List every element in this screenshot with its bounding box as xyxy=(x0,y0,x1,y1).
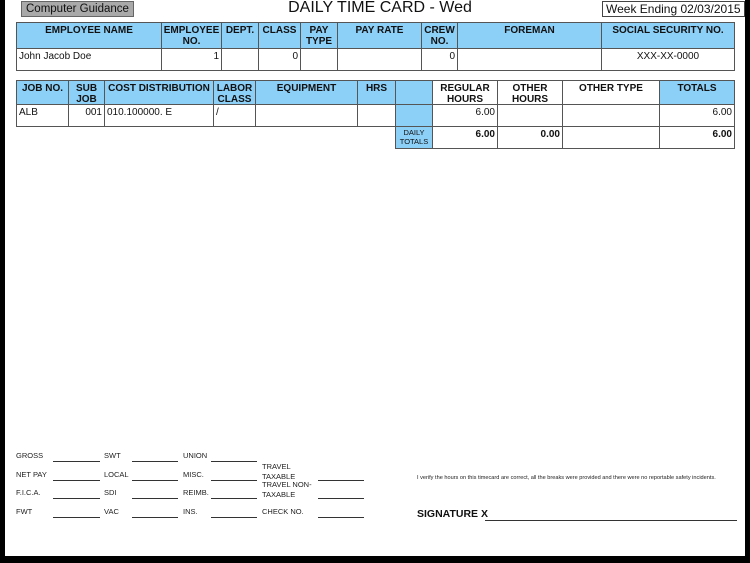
deduction-label: TRAVEL NON-TAXABLE xyxy=(262,480,312,499)
employee-cell[interactable]: XXX-XX-0000 xyxy=(601,48,735,71)
job-cell[interactable] xyxy=(357,104,396,127)
deduction-input-line[interactable] xyxy=(132,517,178,518)
job-col-header: LABOR CLASS xyxy=(213,80,256,105)
job-cell[interactable]: 6.00 xyxy=(659,104,735,127)
job-cell[interactable] xyxy=(562,104,660,127)
employee-col-header: EMPLOYEE NO. xyxy=(161,22,222,49)
daily-total-regular-hours: 6.00 xyxy=(432,126,498,149)
employee-col-header: CLASS xyxy=(258,22,301,49)
deduction-input-line[interactable] xyxy=(318,480,364,481)
employee-cell[interactable]: John Jacob Doe xyxy=(16,48,162,71)
deduction-input-line[interactable] xyxy=(132,480,178,481)
employee-cell[interactable] xyxy=(221,48,259,71)
daily-total-other-type xyxy=(562,126,660,149)
job-cell[interactable]: / xyxy=(213,104,256,127)
deduction-input-line[interactable] xyxy=(211,498,257,499)
job-cell[interactable]: 6.00 xyxy=(432,104,498,127)
daily-totals-label: DAILY TOTALS xyxy=(395,126,433,149)
job-col-header: EQUIPMENT xyxy=(255,80,358,105)
daily-total-other-hours: 0.00 xyxy=(497,126,563,149)
job-col-header: JOB NO. xyxy=(16,80,69,105)
deduction-input-line[interactable] xyxy=(53,461,100,462)
employee-col-header: CREW NO. xyxy=(421,22,458,49)
employee-col-header: PAY RATE xyxy=(337,22,422,49)
week-ending-field[interactable]: Week Ending 02/03/2015 xyxy=(602,1,745,17)
job-col-header: COST DISTRIBUTION xyxy=(104,80,214,105)
job-col-header xyxy=(395,80,433,105)
deduction-input-line[interactable] xyxy=(211,480,257,481)
employee-col-header: SOCIAL SECURITY NO. xyxy=(601,22,735,49)
job-cell[interactable]: 001 xyxy=(68,104,105,127)
deduction-label: CHECK NO. xyxy=(262,507,304,516)
employee-cell[interactable] xyxy=(300,48,338,71)
job-cell[interactable] xyxy=(497,104,563,127)
verification-text: I verify the hours on this timecard are … xyxy=(417,475,716,481)
deduction-input-line[interactable] xyxy=(53,480,100,481)
signature-line[interactable] xyxy=(485,520,737,521)
job-cell[interactable]: ALB xyxy=(16,104,69,127)
employee-cell[interactable] xyxy=(457,48,602,71)
deduction-input-line[interactable] xyxy=(132,498,178,499)
employee-col-header: FOREMAN xyxy=(457,22,602,49)
job-col-header: OTHER HOURS xyxy=(497,80,563,105)
employee-cell[interactable]: 1 xyxy=(161,48,222,71)
deduction-input-line[interactable] xyxy=(132,461,178,462)
daily-total-totals: 6.00 xyxy=(659,126,735,149)
time-card-page: Computer Guidance DAILY TIME CARD - Wed … xyxy=(5,0,745,556)
job-col-header: TOTALS xyxy=(659,80,735,105)
deduction-label: TRAVEL TAXABLE xyxy=(262,462,296,481)
job-col-header: OTHER TYPE xyxy=(562,80,660,105)
deduction-input-line[interactable] xyxy=(211,461,257,462)
employee-col-header: DEPT. xyxy=(221,22,259,49)
job-col-header: SUB JOB xyxy=(68,80,105,105)
job-cell[interactable] xyxy=(395,104,433,127)
employee-cell[interactable]: 0 xyxy=(258,48,301,71)
employee-cell[interactable] xyxy=(337,48,422,71)
employee-col-header: PAY TYPE xyxy=(300,22,338,49)
employee-col-header: EMPLOYEE NAME xyxy=(16,22,162,49)
signature-label: SIGNATURE X xyxy=(417,508,488,520)
deduction-input-line[interactable] xyxy=(318,517,364,518)
deduction-input-line[interactable] xyxy=(318,498,364,499)
job-cell[interactable] xyxy=(255,104,358,127)
job-col-header: REGULAR HOURS xyxy=(432,80,498,105)
deduction-input-line[interactable] xyxy=(53,517,100,518)
job-col-header: HRS xyxy=(357,80,396,105)
job-cell[interactable]: 010.100000. E xyxy=(104,104,214,127)
deduction-input-line[interactable] xyxy=(53,498,100,499)
deduction-input-line[interactable] xyxy=(211,517,257,518)
employee-cell[interactable]: 0 xyxy=(421,48,458,71)
